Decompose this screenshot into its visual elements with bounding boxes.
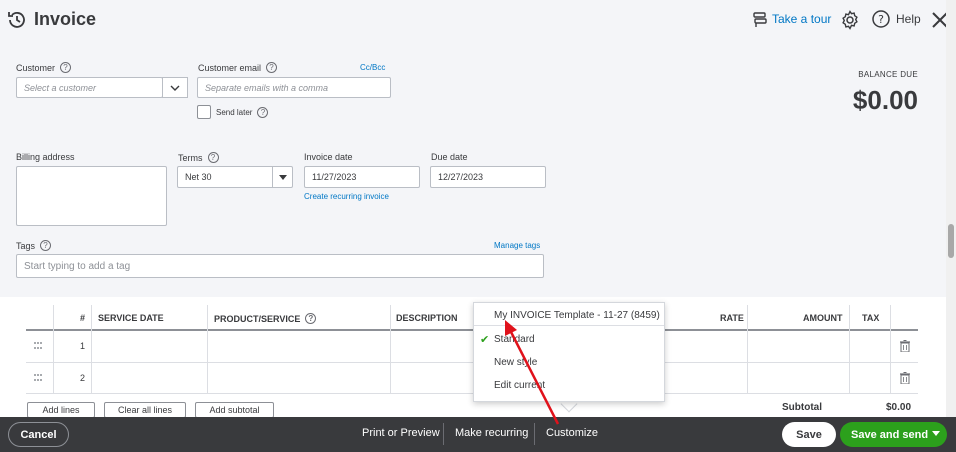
menu-item-new-style[interactable]: New style: [494, 357, 537, 368]
help-icon[interactable]: ?: [207, 152, 219, 163]
cc-bcc-link[interactable]: Cc/Bcc: [360, 63, 385, 72]
print-preview-button[interactable]: Print or Preview: [362, 427, 440, 439]
email-label: Customer email ?: [198, 62, 278, 73]
vertical-scrollbar[interactable]: [946, 0, 956, 417]
row-number: 1: [80, 341, 86, 351]
col-description: DESCRIPTION: [396, 313, 458, 323]
footer-divider: [443, 423, 444, 445]
column-divider: [390, 305, 391, 394]
column-divider: [207, 305, 208, 394]
customize-menu: My INVOICE Template - 11-27 (8459) ✔ Sta…: [473, 302, 665, 402]
chevron-down-icon: [170, 85, 180, 91]
row-divider: [26, 393, 918, 394]
col-number: #: [80, 313, 86, 323]
add-lines-button[interactable]: Add lines: [27, 402, 95, 418]
drag-handle-icon[interactable]: [34, 374, 42, 382]
clear-all-lines-button[interactable]: Clear all lines: [104, 402, 186, 418]
help-icon[interactable]: ?: [266, 62, 278, 73]
help-icon[interactable]: ?: [60, 62, 72, 73]
create-recurring-link[interactable]: Create recurring invoice: [304, 192, 389, 201]
subtotal-label: Subtotal: [782, 402, 822, 413]
row-divider: [26, 362, 918, 363]
help-label: Help: [896, 12, 921, 26]
email-field[interactable]: Separate emails with a comma: [197, 77, 391, 98]
svg-text:?: ?: [878, 13, 884, 26]
col-rate: RATE: [720, 313, 744, 323]
trash-icon[interactable]: [900, 372, 910, 384]
invoice-date-label: Invoice date: [304, 152, 353, 162]
caret-down-icon[interactable]: [932, 431, 940, 436]
billing-address-label: Billing address: [16, 152, 75, 162]
customer-dropdown-button[interactable]: [162, 77, 188, 98]
balance-due-amount: $0.00: [852, 85, 918, 115]
scrollbar-thumb[interactable]: [948, 224, 954, 258]
menu-divider: [474, 325, 664, 326]
help-icon[interactable]: ?: [257, 107, 269, 118]
customer-select[interactable]: Select a customer: [16, 77, 163, 98]
customize-button[interactable]: Customize: [546, 427, 598, 439]
caret-down-icon: [278, 174, 287, 180]
save-and-send-button[interactable]: Save and send: [840, 422, 947, 447]
col-amount: AMOUNT: [803, 313, 843, 323]
subtotal-value: $0.00: [886, 402, 912, 413]
menu-item-my-template[interactable]: My INVOICE Template - 11-27 (8459): [494, 310, 660, 321]
gear-icon[interactable]: [840, 10, 860, 30]
column-divider: [747, 305, 748, 394]
help-icon: ?: [872, 10, 890, 28]
column-divider: [91, 305, 92, 394]
balance-due-label: BALANCE DUE: [858, 70, 918, 79]
customer-label: Customer ?: [16, 62, 72, 73]
billing-address-field[interactable]: [16, 166, 167, 226]
due-date-field[interactable]: 12/27/2023: [430, 166, 546, 188]
send-later-label: Send later ?: [216, 107, 269, 118]
add-subtotal-button[interactable]: Add subtotal: [195, 402, 274, 418]
column-divider: [849, 305, 850, 394]
row-number: 2: [80, 373, 86, 383]
history-icon[interactable]: [6, 9, 28, 31]
make-recurring-button[interactable]: Make recurring: [455, 427, 528, 439]
send-later-checkbox[interactable]: [197, 105, 211, 119]
col-tax: TAX: [862, 313, 880, 323]
signpost-icon: [753, 12, 767, 27]
trash-icon[interactable]: [900, 340, 910, 352]
footer-bar: Cancel Print or Preview Make recurring C…: [0, 417, 956, 452]
table-header: # SERVICE DATE PRODUCT/SERVICE ? DESCRIP…: [26, 305, 918, 331]
help-button[interactable]: ? Help: [872, 10, 921, 28]
help-icon[interactable]: ?: [305, 313, 317, 324]
save-button[interactable]: Save: [782, 422, 836, 447]
invoice-date-field[interactable]: 11/27/2023: [304, 166, 420, 188]
col-service-date: SERVICE DATE: [98, 313, 164, 323]
column-divider: [53, 305, 54, 394]
footer-divider: [534, 423, 535, 445]
col-product-service: PRODUCT/SERVICE ?: [214, 313, 317, 324]
page-header: Invoice Take a tour ? Help: [0, 0, 956, 40]
take-tour-label: Take a tour: [772, 12, 832, 26]
page-title: Invoice: [34, 9, 97, 29]
manage-tags-link[interactable]: Manage tags: [494, 241, 540, 250]
save-and-send-label: Save and send: [851, 428, 929, 441]
drag-handle-icon[interactable]: [34, 342, 42, 350]
terms-label: Terms ?: [178, 152, 219, 163]
help-icon[interactable]: ?: [40, 240, 52, 251]
menu-item-standard[interactable]: Standard: [494, 334, 535, 345]
column-divider: [890, 305, 891, 394]
cancel-button[interactable]: Cancel: [8, 422, 69, 447]
take-tour-link[interactable]: Take a tour: [752, 11, 831, 27]
terms-dropdown-button[interactable]: [272, 166, 292, 188]
tags-input[interactable]: Start typing to add a tag: [16, 254, 544, 278]
tags-label: Tags ?: [16, 240, 52, 251]
checkmark-icon: ✔: [480, 334, 490, 346]
due-date-label: Due date: [431, 152, 468, 162]
menu-item-edit-current[interactable]: Edit current: [494, 380, 545, 391]
